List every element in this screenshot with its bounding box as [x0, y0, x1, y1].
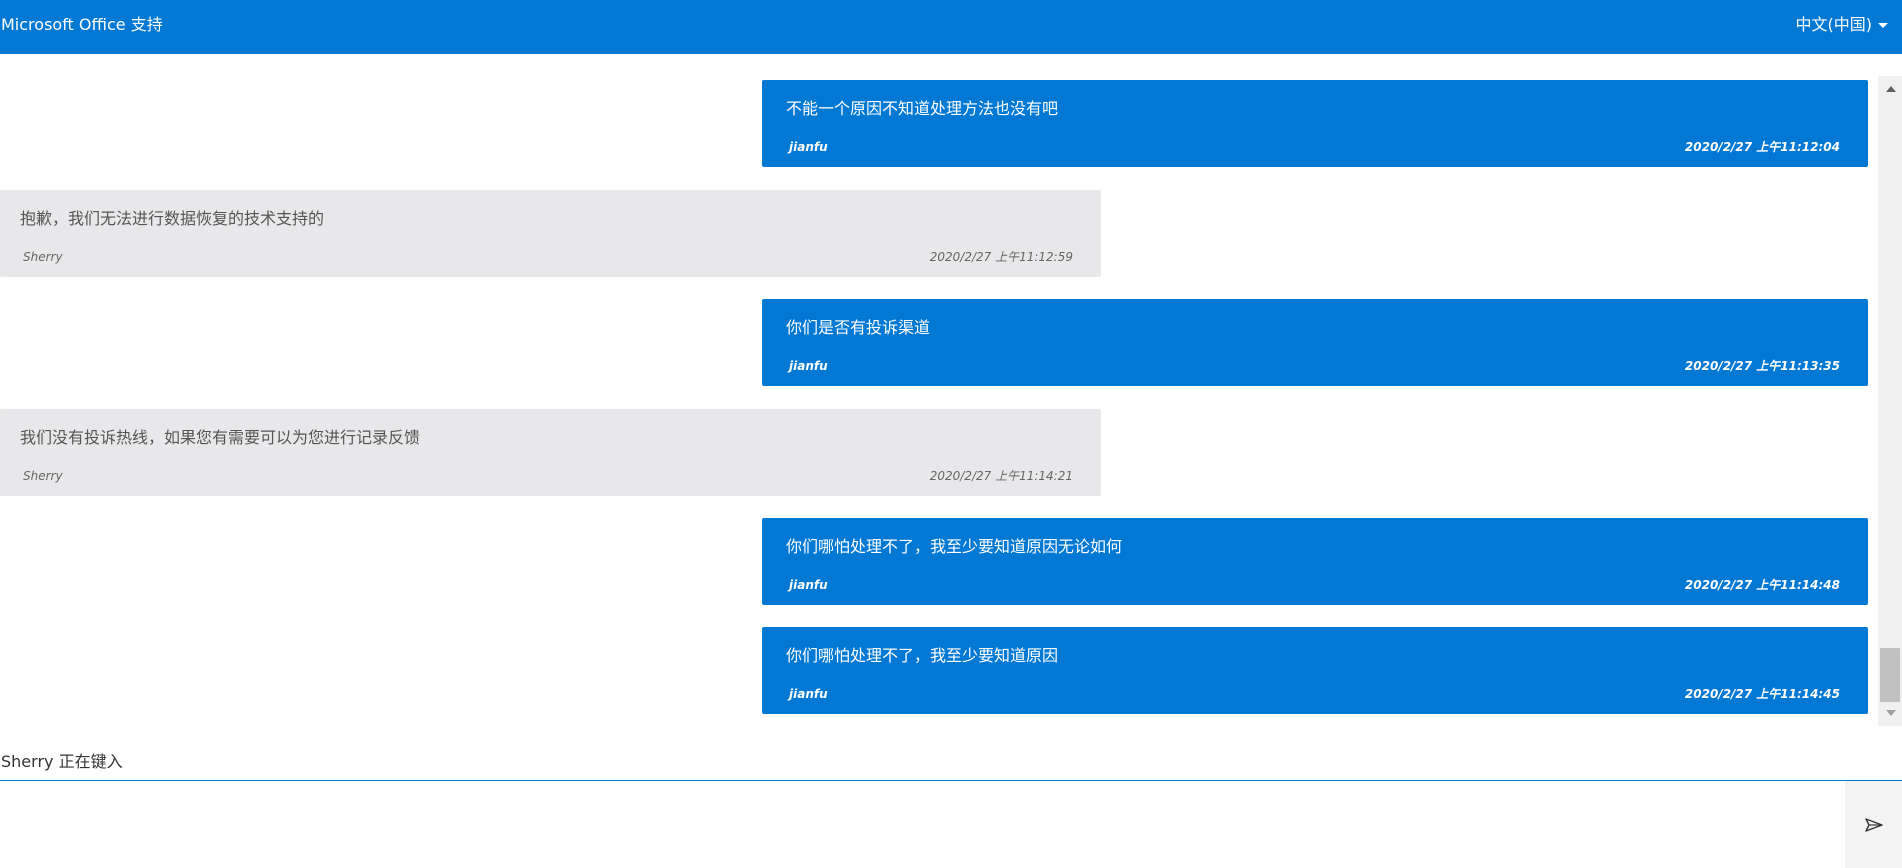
- message-sender: Sherry: [23, 469, 63, 483]
- message-bubble-user: 你们哪怕处理不了，我至少要知道原因 jianfu 2020/2/27 上午11:…: [762, 627, 1868, 714]
- chevron-down-icon: [1878, 23, 1888, 28]
- message-timestamp: 2020/2/27 上午11:14:45: [1684, 687, 1840, 701]
- language-selector[interactable]: 中文(中国): [1795, 15, 1888, 35]
- message-sender: Sherry: [23, 250, 63, 264]
- message-text: 我们没有投诉热线，如果您有需要可以为您进行记录反馈: [20, 428, 421, 447]
- scroll-up-arrow-icon[interactable]: [1878, 80, 1902, 100]
- message-bubble-agent: 我们没有投诉热线，如果您有需要可以为您进行记录反馈 Sherry 2020/2/…: [0, 409, 1101, 496]
- message-sender: jianfu: [789, 359, 828, 373]
- chat-transcript[interactable]: 不能一个原因不知道处理方法也没有吧 jianfu 2020/2/27 上午11:…: [0, 54, 1878, 726]
- message-text: 你们是否有投诉渠道: [786, 318, 931, 337]
- message-input[interactable]: [0, 781, 1845, 867]
- chat-scrollbar[interactable]: [1878, 76, 1902, 726]
- app-title: Microsoft Office 支持: [1, 15, 163, 34]
- message-timestamp: 2020/2/27 上午11:14:21: [929, 469, 1073, 483]
- typing-indicator: Sherry 正在键入: [1, 752, 123, 771]
- language-label: 中文(中国): [1795, 15, 1873, 34]
- message-text: 抱歉，我们无法进行数据恢复的技术支持的: [20, 209, 325, 228]
- message-text: 你们哪怕处理不了，我至少要知道原因无论如何: [786, 537, 1123, 556]
- message-bubble-user: 你们是否有投诉渠道 jianfu 2020/2/27 上午11:13:35: [762, 299, 1868, 386]
- message-sender: jianfu: [789, 578, 828, 592]
- message-timestamp: 2020/2/27 上午11:12:59: [929, 250, 1073, 264]
- scroll-down-arrow-icon[interactable]: [1878, 702, 1902, 722]
- message-text: 不能一个原因不知道处理方法也没有吧: [786, 99, 1059, 118]
- message-timestamp: 2020/2/27 上午11:12:04: [1684, 140, 1840, 154]
- message-sender: jianfu: [789, 687, 828, 701]
- message-bubble-user: 不能一个原因不知道处理方法也没有吧 jianfu 2020/2/27 上午11:…: [762, 80, 1868, 167]
- message-timestamp: 2020/2/27 上午11:14:48: [1684, 578, 1840, 592]
- send-icon: [1865, 818, 1883, 832]
- top-bar: Microsoft Office 支持 中文(中国): [0, 0, 1902, 54]
- message-bubble-user: 你们哪怕处理不了，我至少要知道原因无论如何 jianfu 2020/2/27 上…: [762, 518, 1868, 605]
- send-button[interactable]: [1845, 781, 1902, 868]
- message-composer: [0, 780, 1902, 868]
- message-bubble-agent: 抱歉，我们无法进行数据恢复的技术支持的 Sherry 2020/2/27 上午1…: [0, 190, 1101, 277]
- message-timestamp: 2020/2/27 上午11:13:35: [1684, 359, 1840, 373]
- message-text: 你们哪怕处理不了，我至少要知道原因: [786, 646, 1059, 665]
- message-sender: jianfu: [789, 140, 828, 154]
- scroll-thumb[interactable]: [1880, 648, 1900, 702]
